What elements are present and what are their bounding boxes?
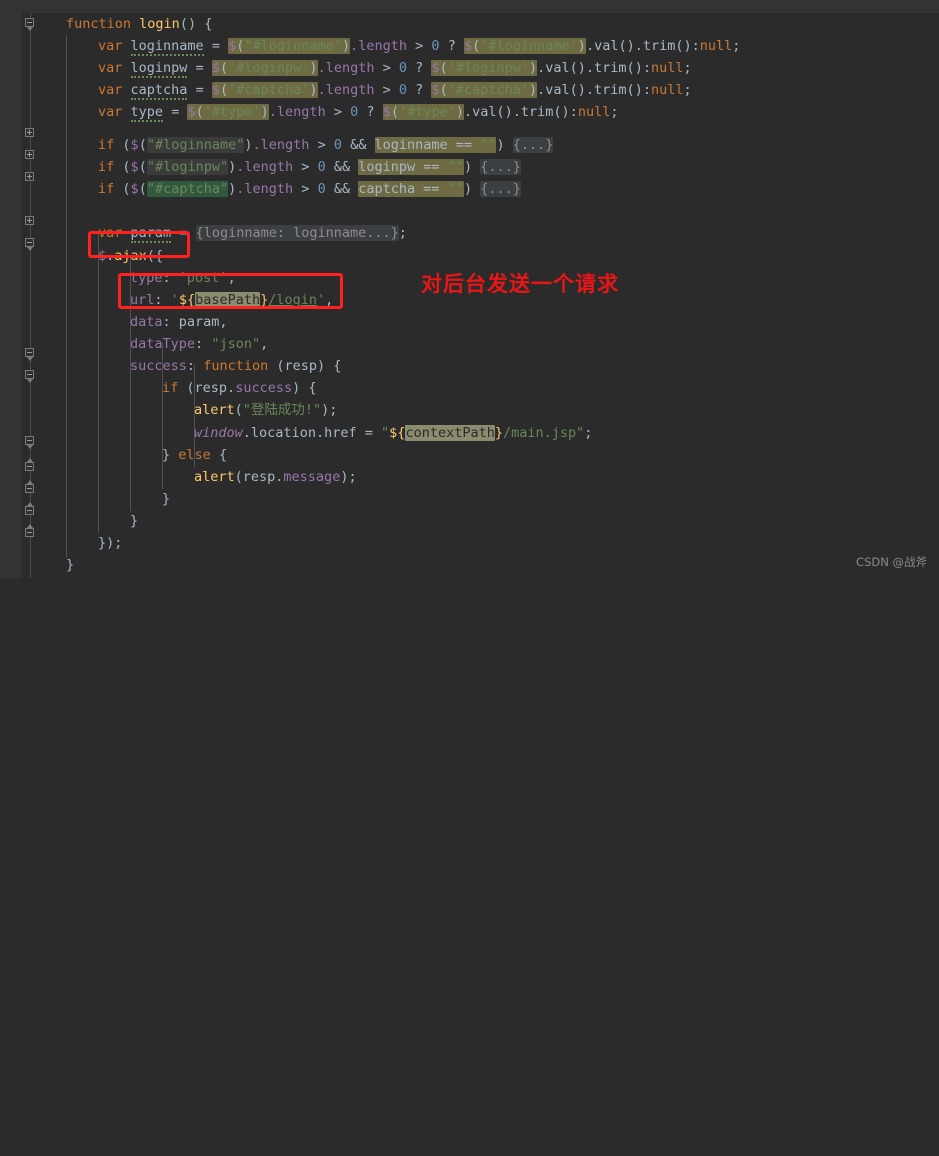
indent-guide [98,233,99,533]
code-line: var loginname = $("#loginname").length >… [98,38,741,56]
indent-guide [66,35,67,557]
code-line: alert("登陆成功!"); [194,402,338,418]
code-line: } else { [162,447,228,463]
code-line: alert(resp.message); [194,469,357,485]
annotation-box-ajax [88,231,190,258]
code-line: } [66,557,75,573]
code-line: } [130,513,139,529]
annotation-note: 对后台发送一个请求 [421,272,619,296]
code-line: if ($("#captcha").length > 0 && captcha … [98,181,521,197]
code-line: var captcha = $('#captcha').length > 0 ?… [98,82,692,100]
code-line: data: param, [130,314,228,330]
code-line: var loginpw = $('#loginpw').length > 0 ?… [98,60,692,78]
code-line: window.location.href = "${contextPath}/m… [194,425,593,441]
code-line: var type = $('#type').length > 0 ? $('#t… [98,104,619,122]
editor-top-edge [0,0,939,13]
code-line: if ($("#loginname").length > 0 && loginn… [98,137,554,153]
code-editor-screenshot: function login() { var loginname = $("#l… [0,0,939,578]
code-line: if (resp.success) { [162,380,317,396]
code-line: } [162,491,171,507]
code-line: success: function (resp) { [130,358,342,374]
code-line: dataType: "json", [130,336,269,352]
annotation-box-url [118,273,343,309]
watermark: CSDN @战斧 [856,555,927,569]
code-line: function login() { [66,16,213,32]
code-line: if ($("#loginpw").length > 0 && loginpw … [98,159,521,175]
code-line: }); [98,535,123,551]
